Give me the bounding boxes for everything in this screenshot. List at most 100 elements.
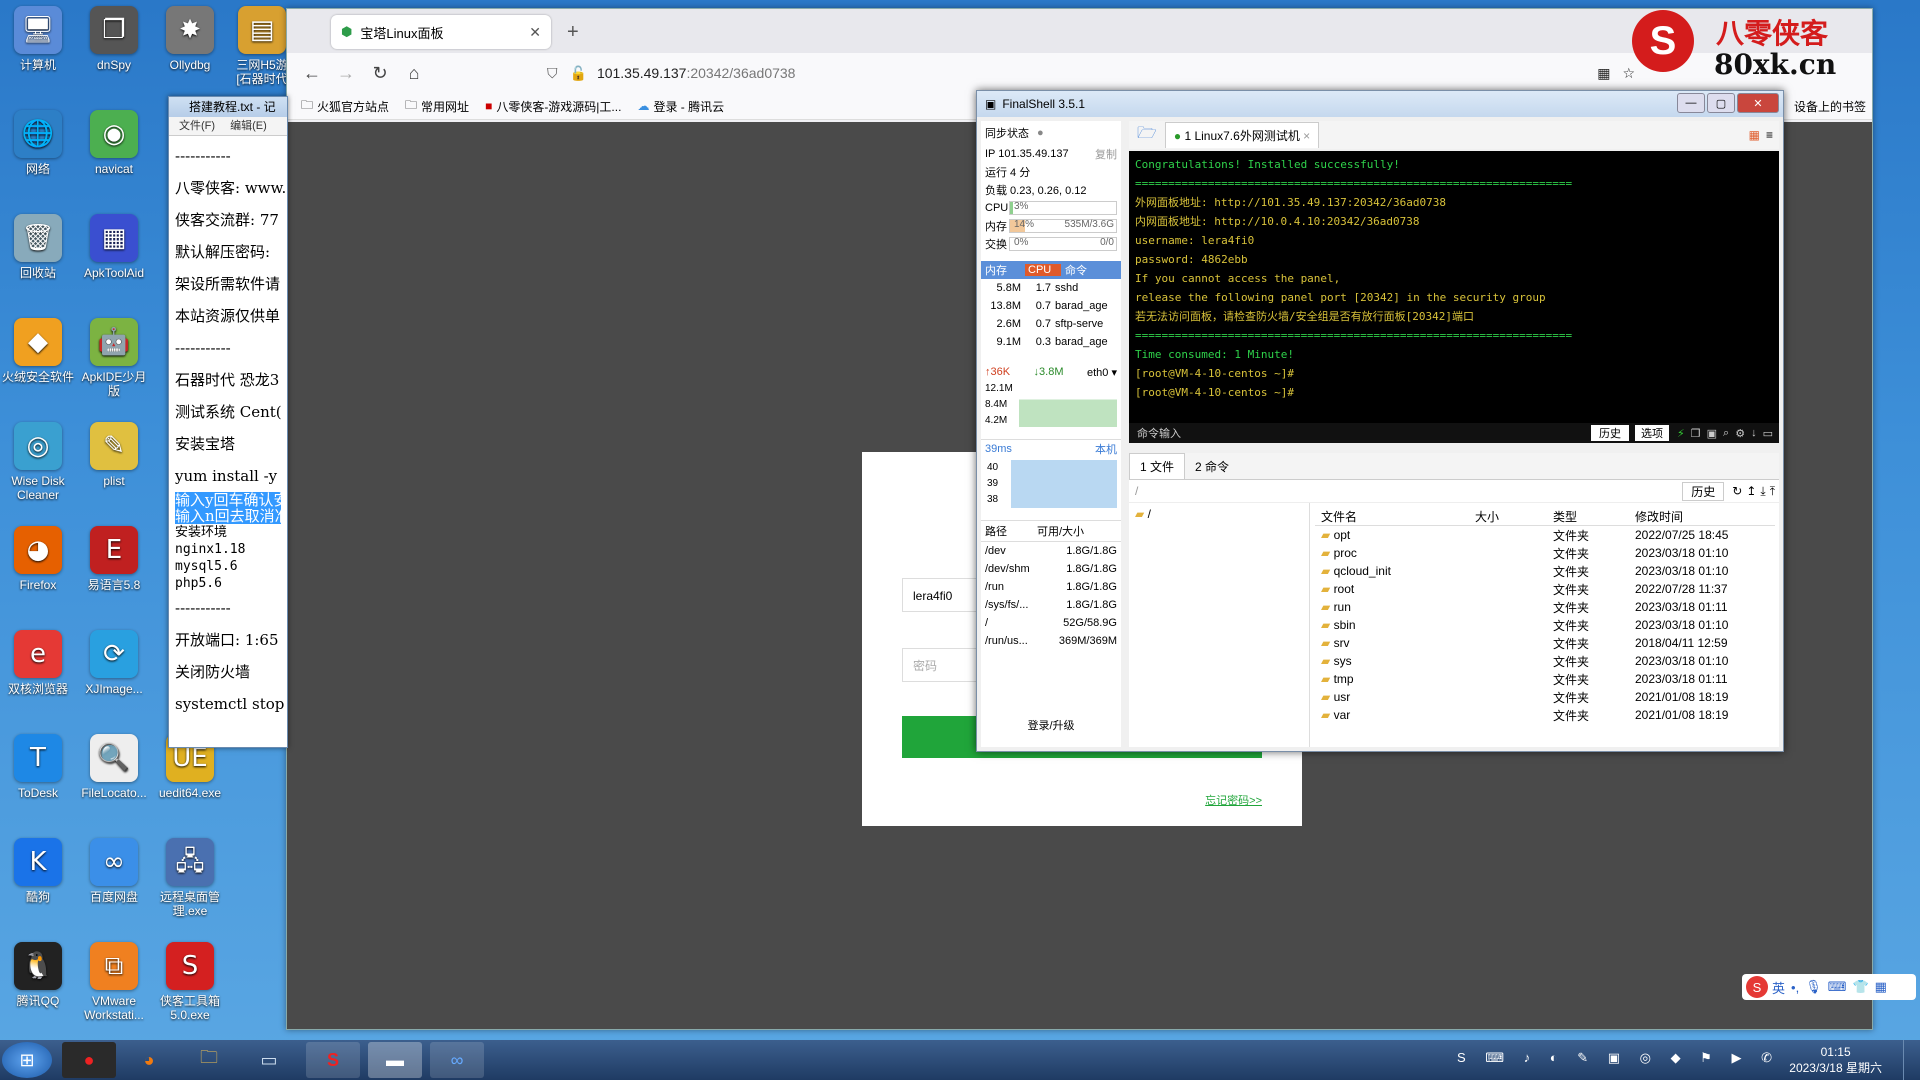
desktop-icon[interactable]: 🖥 计算机 xyxy=(0,6,77,72)
desktop-icon[interactable]: ▦ ApkToolAid xyxy=(75,214,153,280)
session-tab[interactable]: ● 1 Linux7.6外网测试机 × xyxy=(1164,122,1320,148)
disk-header-path[interactable]: 路径 xyxy=(981,523,1037,539)
tracking-shield-icon[interactable]: ⛉ xyxy=(547,65,558,82)
taskbar-firefox[interactable]: ◕ xyxy=(122,1042,176,1078)
login-upgrade-button[interactable]: 登录/升级 xyxy=(981,717,1121,733)
copy-button[interactable]: 复制 xyxy=(1095,146,1117,162)
options-button[interactable]: 选项 xyxy=(1635,425,1670,441)
disk-row[interactable]: /dev 1.8G/1.8G xyxy=(981,542,1121,560)
minimize-button[interactable]: — xyxy=(1677,93,1705,113)
file-row[interactable]: ▰ tmp 文件夹 2023/03/18 01:11 xyxy=(1315,670,1775,688)
menu-edit[interactable]: 编辑(E) xyxy=(230,120,267,132)
forgot-password-link[interactable]: 忘记密码>> xyxy=(1205,792,1262,808)
file-row[interactable]: ▰ root 文件夹 2022/07/28 11:37 xyxy=(1315,580,1775,598)
taskbar-baidu[interactable]: ∞ xyxy=(430,1042,484,1078)
process-row[interactable]: 5.8M 1.7 sshd xyxy=(981,279,1121,297)
taskbar-xiake[interactable]: S xyxy=(306,1042,360,1078)
desktop-icon[interactable]: ⧉ VMware Workstati... xyxy=(75,942,153,1022)
command-input[interactable]: 命令输入 xyxy=(1137,425,1181,441)
menu-icon[interactable]: ≡ xyxy=(1766,128,1773,142)
show-desktop-button[interactable] xyxy=(1903,1040,1920,1080)
lock-icon[interactable]: 🔓 xyxy=(570,65,587,82)
download-icon[interactable]: ↓ xyxy=(1751,427,1757,439)
desktop-icon[interactable]: E 易语言5.8 xyxy=(75,526,153,592)
proc-header-cpu[interactable]: CPU xyxy=(1025,264,1061,276)
keyboard-icon[interactable]: ⌨ xyxy=(1828,979,1847,995)
tab-baota-panel[interactable]: ⬢ 宝塔Linux面板 ✕ xyxy=(331,15,551,49)
punct-icon[interactable]: •, xyxy=(1791,980,1799,995)
desktop-icon[interactable]: ❐ dnSpy xyxy=(75,6,153,72)
bookmarks-other[interactable]: 设备上的书签 xyxy=(1794,98,1866,115)
tab-files[interactable]: 1 文件 xyxy=(1129,453,1186,479)
file-row[interactable]: ▰ sbin 文件夹 2023/03/18 01:10 xyxy=(1315,616,1775,634)
new-tab-button[interactable]: + xyxy=(567,21,579,44)
process-row[interactable]: 9.1M 0.3 barad_age xyxy=(981,333,1121,351)
taskbar-notepad[interactable]: ▭ xyxy=(242,1042,296,1078)
url-bar[interactable]: ⛉ 🔓 101.35.49.137 :20342/36ad0738 ▦ ☆ xyxy=(547,59,1647,87)
desktop-icon[interactable]: S 侠客工具箱 5.0.exe xyxy=(151,942,229,1022)
lightning-icon[interactable]: ⚡ xyxy=(1677,427,1685,440)
reload-icon[interactable]: ↻ xyxy=(363,56,397,90)
proc-header-cmd[interactable]: 命令 xyxy=(1061,262,1121,278)
skin-icon[interactable]: 👕 xyxy=(1852,979,1868,995)
sogou-icon[interactable]: S xyxy=(1746,976,1768,998)
desktop-icon[interactable]: 🌐 网络 xyxy=(0,110,77,176)
tray-icons[interactable]: S ⌨ ♪ ◐ ✎ ▣ ◎ ◆ ⚑ ▶ ✆ xyxy=(1457,1050,1780,1065)
disk-row[interactable]: /run 1.8G/1.8G xyxy=(981,578,1121,596)
taskbar-finalshell[interactable]: ▬ xyxy=(368,1042,422,1078)
terminal[interactable]: Congratulations! Installed successfully!… xyxy=(1129,151,1779,441)
fullscreen-icon[interactable]: ▭ xyxy=(1763,427,1773,440)
taskbar-explorer[interactable]: 🗀 xyxy=(182,1042,236,1078)
history-button[interactable]: 历史 xyxy=(1591,425,1630,441)
disk-row[interactable]: / 52G/58.9G xyxy=(981,614,1121,632)
mic-icon[interactable]: 🎙 xyxy=(1805,979,1822,995)
file-row[interactable]: ▰ var 文件夹 2021/01/08 18:19 xyxy=(1315,706,1775,724)
grid-icon[interactable]: ▦ xyxy=(1875,979,1887,995)
bookmark-item[interactable]: ■ 八零侠客-游戏源码|工... xyxy=(485,98,621,115)
home-icon[interactable]: ⌂ xyxy=(397,56,431,90)
path-input[interactable]: / xyxy=(1135,484,1682,498)
file-row[interactable]: ▰ usr 文件夹 2021/01/08 18:19 xyxy=(1315,688,1775,706)
desktop-icon[interactable]: ◎ Wise Disk Cleaner xyxy=(0,422,77,502)
desktop-icon[interactable]: ✸ Ollydbg xyxy=(151,6,229,72)
desktop-icon[interactable]: ◕ Firefox xyxy=(0,526,77,592)
taskbar-recorder[interactable]: ● xyxy=(62,1042,116,1078)
close-tab-icon[interactable]: ✕ xyxy=(529,24,541,41)
desktop-icon[interactable]: T ToDesk xyxy=(0,734,77,800)
desktop-icon[interactable]: K 酷狗 xyxy=(0,838,77,904)
file-history-button[interactable]: 历史 xyxy=(1682,481,1725,501)
file-row[interactable]: ▰ proc 文件夹 2023/03/18 01:10 xyxy=(1315,544,1775,562)
folder-open-icon[interactable]: 🗁 xyxy=(1137,122,1157,149)
up-icon[interactable]: ↥ xyxy=(1746,484,1756,498)
search-icon[interactable]: ⌕ xyxy=(1723,427,1729,440)
qr-icon[interactable]: ▦ xyxy=(1597,65,1610,82)
file-row[interactable]: ▰ run 文件夹 2023/03/18 01:11 xyxy=(1315,598,1775,616)
disk-row[interactable]: /dev/shm 1.8G/1.8G xyxy=(981,560,1121,578)
desktop-icon[interactable]: ⟳ XJImage... xyxy=(75,630,153,696)
bookmark-item[interactable]: 🗀 火狐官方站点 xyxy=(301,96,389,117)
tree-root[interactable]: ▰ / xyxy=(1129,503,1309,525)
disk-row[interactable]: /run/us... 369M/369M xyxy=(981,632,1121,650)
bookmark-item[interactable]: 🗀 常用网址 xyxy=(405,96,469,117)
paste-icon[interactable]: ▣ xyxy=(1707,427,1717,440)
bookmark-item[interactable]: ☁ 登录 - 腾讯云 xyxy=(637,98,724,115)
gear-icon[interactable]: ⚙ xyxy=(1735,427,1745,440)
start-button[interactable]: ⊞ xyxy=(2,1042,52,1078)
maximize-button[interactable]: ▢ xyxy=(1707,93,1735,113)
forward-icon[interactable]: → xyxy=(329,56,363,90)
upload-icon[interactable]: ⤒ xyxy=(1770,484,1775,499)
tab-commands[interactable]: 2 命令 xyxy=(1185,454,1239,479)
close-button[interactable]: ✕ xyxy=(1737,93,1779,113)
desktop-icon[interactable]: e 双核浏览器 xyxy=(0,630,77,696)
download-icon[interactable]: ⤓ xyxy=(1760,484,1765,499)
layout-icon[interactable]: ▦ xyxy=(1749,128,1760,142)
process-row[interactable]: 2.6M 0.7 sftp-serve xyxy=(981,315,1121,333)
col-type[interactable]: 类型 xyxy=(1553,508,1635,525)
col-name[interactable]: 文件名 xyxy=(1315,508,1475,525)
clock[interactable]: 01:15 2023/3/18 星期六 xyxy=(1789,1044,1882,1076)
desktop-icon[interactable]: ◉ navicat xyxy=(75,110,153,176)
desktop-icon[interactable]: 🐧 腾讯QQ xyxy=(0,942,77,1008)
file-row[interactable]: ▰ srv 文件夹 2018/04/11 12:59 xyxy=(1315,634,1775,652)
desktop-icon[interactable]: 🤖 ApkIDE少月 版 xyxy=(75,318,153,398)
refresh-icon[interactable]: ↻ xyxy=(1732,484,1742,498)
